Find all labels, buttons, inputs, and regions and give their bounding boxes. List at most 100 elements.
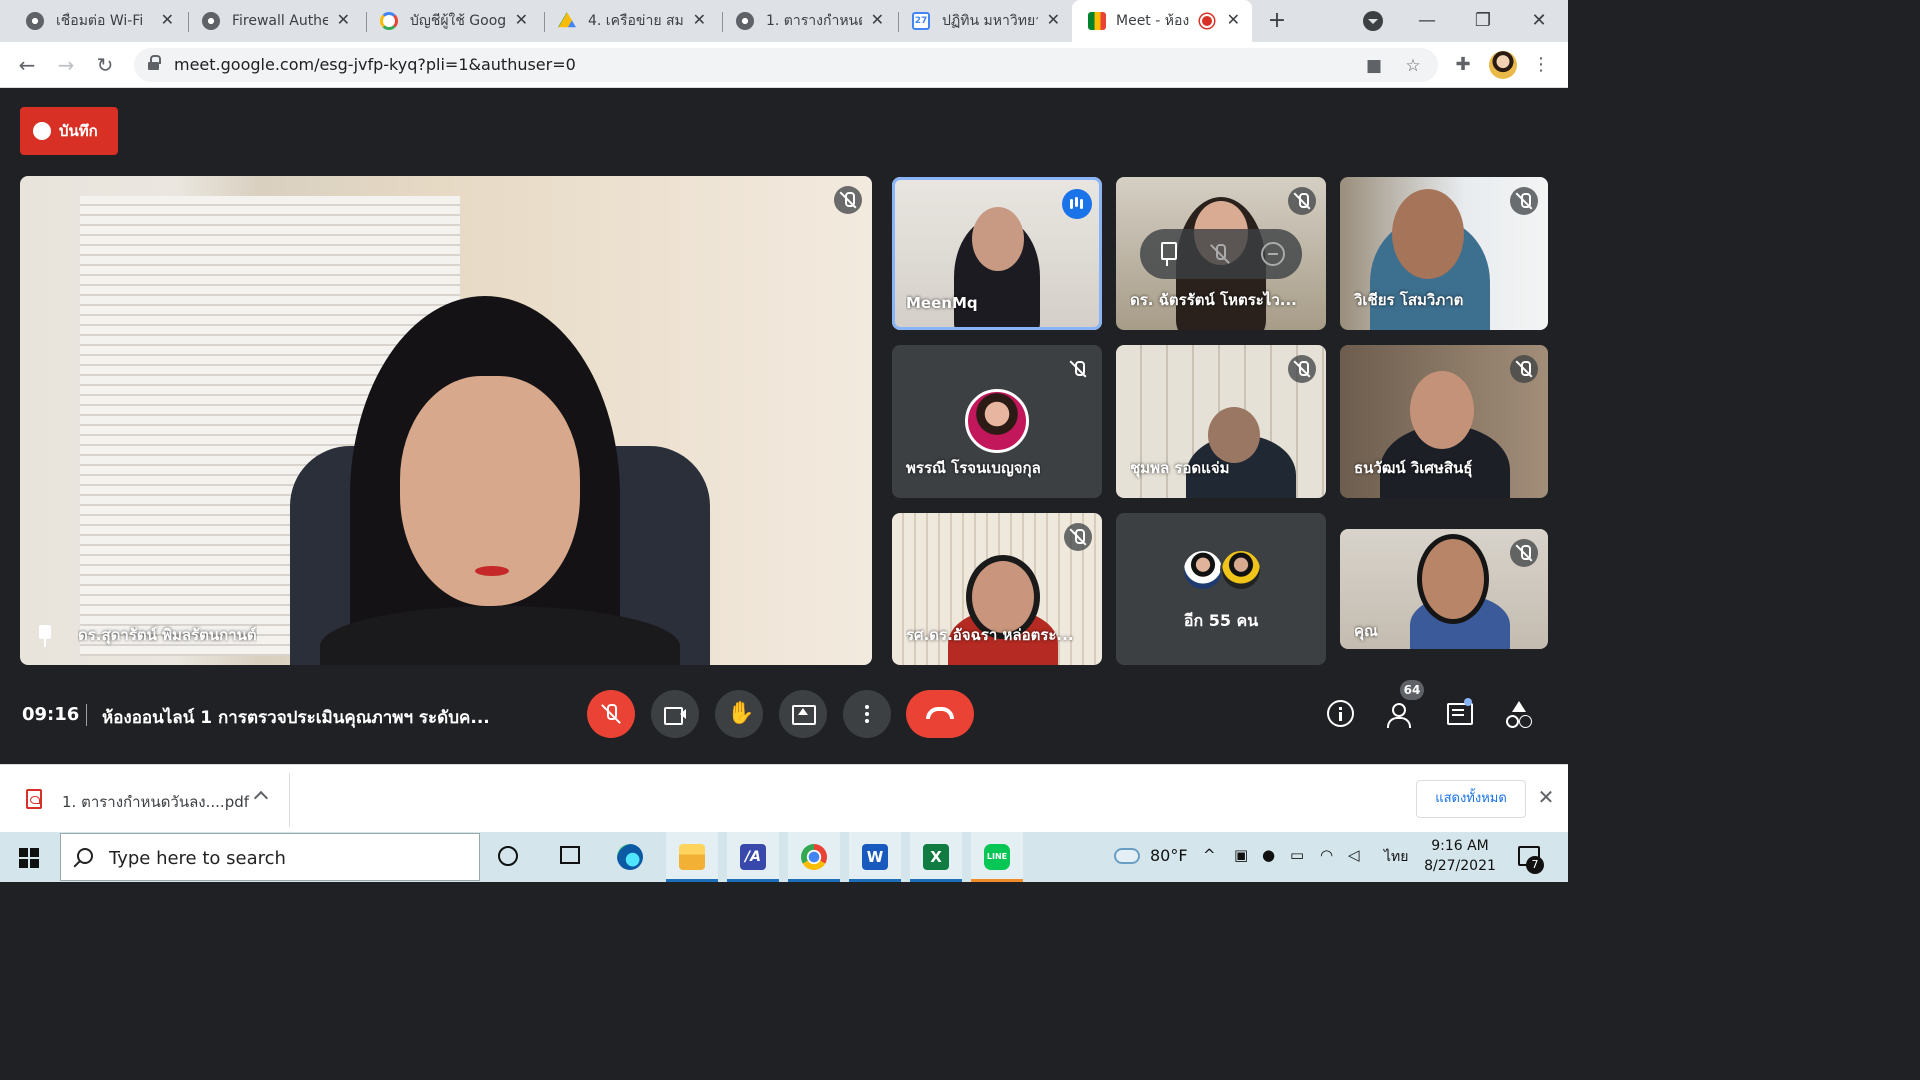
more-options-button[interactable] — [843, 690, 891, 738]
chevron-up-icon[interactable] — [254, 787, 268, 801]
google-meet-icon — [1088, 12, 1106, 30]
tab-calendar[interactable]: 27 ปฏิทิน มหาวิทยาล ✕ — [886, 0, 1072, 42]
pin-icon[interactable] — [1155, 242, 1179, 266]
tab-meet[interactable]: Meet - ห้อง ✕ — [1072, 0, 1252, 42]
main-video-tile[interactable]: ดร.สุดารัตน์ พิมลรัตนกานต์ — [20, 176, 872, 665]
raise-hand-button[interactable]: ✋ — [715, 690, 763, 738]
more-vert-icon — [855, 702, 879, 726]
mute-participant-icon[interactable] — [1208, 242, 1232, 266]
search-placeholder: Type here to search — [109, 848, 286, 869]
downloads-bar: 1. ตารางกำหนดวันลง....pdf แสดงทั้งหมด ✕ — [0, 764, 1568, 832]
file-explorer-button[interactable] — [666, 832, 718, 882]
volume-icon[interactable]: ◁ — [1348, 846, 1360, 864]
weather-temperature[interactable]: 80°F — [1150, 846, 1188, 865]
excel-button[interactable]: X — [910, 832, 962, 882]
windows-taskbar: Type here to search /A W X LINE 80°F ^ ▣… — [0, 832, 1568, 882]
close-icon[interactable]: ✕ — [1536, 787, 1556, 807]
activities-icon[interactable] — [1504, 700, 1534, 730]
avatar-tile[interactable]: พรรณี โรจนเบญจกุล — [892, 345, 1102, 498]
tab-wifi[interactable]: เชื่อมต่อ Wi-Fi ✕ — [0, 0, 186, 42]
input-language[interactable]: ไทย — [1384, 846, 1408, 868]
self-video-tile[interactable]: คุณ — [1340, 529, 1548, 649]
chrome-button[interactable] — [788, 832, 840, 882]
video-tile-speaking[interactable]: MeenMq — [892, 177, 1102, 330]
microphone-icon[interactable]: ● — [1262, 846, 1275, 864]
mic-off-icon — [1510, 187, 1538, 215]
participant-name: วิเชียร โสมวิภาต — [1354, 291, 1464, 309]
weather-cloud-icon[interactable] — [1114, 848, 1140, 864]
restore-button[interactable]: ❐ — [1468, 8, 1498, 34]
word-icon: W — [862, 844, 888, 870]
participant-count-badge: 64 — [1400, 680, 1424, 700]
close-icon[interactable]: ✕ — [161, 11, 174, 29]
more-participants-tile[interactable]: อีก 55 คน — [1116, 513, 1326, 665]
taskbar-search-input[interactable]: Type here to search — [60, 833, 480, 881]
new-tab-button[interactable]: + — [1264, 8, 1290, 34]
camera-button[interactable] — [651, 690, 699, 738]
wifi-icon[interactable]: ◠ — [1320, 846, 1333, 864]
microphone-button[interactable] — [587, 690, 635, 738]
tab-firewall[interactable]: Firewall Authen ✕ — [176, 0, 362, 42]
meet-now-icon[interactable]: ▣ — [1234, 846, 1248, 864]
tab-search-icon[interactable] — [1363, 11, 1383, 31]
leave-call-button[interactable] — [906, 690, 974, 738]
record-dot-icon — [33, 122, 51, 140]
close-icon[interactable]: ✕ — [337, 11, 350, 29]
line-button[interactable]: LINE — [971, 832, 1023, 882]
video-tile[interactable]: วิเชียร โสมวิภาต — [1340, 177, 1548, 330]
windows-start-icon[interactable] — [19, 848, 39, 868]
close-icon[interactable]: ✕ — [871, 11, 884, 29]
tab-schedule[interactable]: 1. ตารางกำหนดวั ✕ — [710, 0, 896, 42]
task-view-button[interactable] — [546, 832, 598, 882]
close-icon[interactable]: ✕ — [1227, 11, 1240, 29]
video-tile[interactable]: ดร. ฉัตรรัตน์ โหตระไว... — [1116, 177, 1326, 330]
system-clock[interactable]: 9:16 AM 8/27/2021 — [1422, 836, 1498, 876]
close-icon[interactable]: ✕ — [515, 11, 528, 29]
camera-in-use-icon[interactable]: ■ — [1364, 56, 1384, 76]
url-text[interactable]: meet.google.com/esg-jvfp-kyq?pli=1&authu… — [174, 55, 576, 75]
close-icon[interactable]: ✕ — [693, 11, 706, 29]
pin-icon[interactable] — [36, 625, 54, 649]
reload-icon[interactable]: ↻ — [92, 52, 118, 78]
meeting-info-icon[interactable] — [1327, 700, 1354, 727]
tab-title: เชื่อมต่อ Wi-Fi — [56, 13, 144, 29]
recording-indicator-icon — [1200, 14, 1214, 28]
forward-arrow-icon[interactable]: → — [53, 52, 79, 78]
profile-avatar[interactable] — [1489, 51, 1517, 79]
chevron-up-icon[interactable]: ^ — [1203, 846, 1216, 864]
download-file-name[interactable]: 1. ตารางกำหนดวันลง....pdf — [62, 790, 249, 814]
participant-name: รศ.ดร.อัจฉรา หล่อตระ... — [906, 626, 1074, 644]
edge-button[interactable] — [604, 832, 656, 882]
present-button[interactable] — [779, 690, 827, 738]
video-tile[interactable]: รศ.ดร.อัจฉรา หล่อตระ... — [892, 513, 1102, 665]
meeting-title: ห้องออนไลน์ 1 การตรวจประเมินคุณภาพฯ ระดั… — [102, 708, 490, 728]
close-icon[interactable]: ✕ — [1047, 11, 1060, 29]
minimize-button[interactable]: — — [1412, 8, 1442, 34]
record-button[interactable]: บันทึก — [20, 107, 118, 155]
search-icon — [77, 848, 93, 864]
bookmark-star-icon[interactable]: ☆ — [1403, 56, 1423, 76]
remove-participant-icon[interactable] — [1261, 242, 1285, 266]
tab-drive[interactable]: 4. เครือข่าย สมศ. ✕ — [532, 0, 718, 42]
tab-google-account[interactable]: บัญชีผู้ใช้ Googl ✕ — [354, 0, 540, 42]
divider — [86, 704, 87, 726]
show-all-button[interactable]: แสดงทั้งหมด — [1416, 780, 1526, 818]
tab-title: Meet - ห้อง — [1116, 13, 1190, 29]
window-close-button[interactable]: ✕ — [1524, 8, 1554, 34]
clock-time: 9:16 AM — [1431, 838, 1489, 854]
back-arrow-icon[interactable]: ← — [14, 52, 40, 78]
video-tile[interactable]: ชุมพล รอดแจ่ม — [1116, 345, 1326, 498]
word-button[interactable]: W — [849, 832, 901, 882]
battery-icon[interactable]: ▭ — [1290, 846, 1304, 864]
mic-off-icon — [1288, 187, 1316, 215]
video-tile[interactable]: ธนวัฒน์ วิเศษสินธุ์ — [1340, 345, 1548, 498]
present-screen-icon — [791, 702, 816, 726]
extensions-puzzle-icon[interactable]: ✚ — [1450, 52, 1476, 78]
camera-icon — [663, 702, 687, 726]
app-button[interactable]: /A — [727, 832, 779, 882]
mic-off-icon — [1288, 355, 1316, 383]
people-icon[interactable] — [1386, 700, 1416, 730]
address-bar[interactable]: meet.google.com/esg-jvfp-kyq?pli=1&authu… — [134, 48, 1438, 82]
cortana-button[interactable] — [486, 832, 538, 882]
chrome-menu-icon[interactable]: ⋮ — [1528, 52, 1554, 78]
